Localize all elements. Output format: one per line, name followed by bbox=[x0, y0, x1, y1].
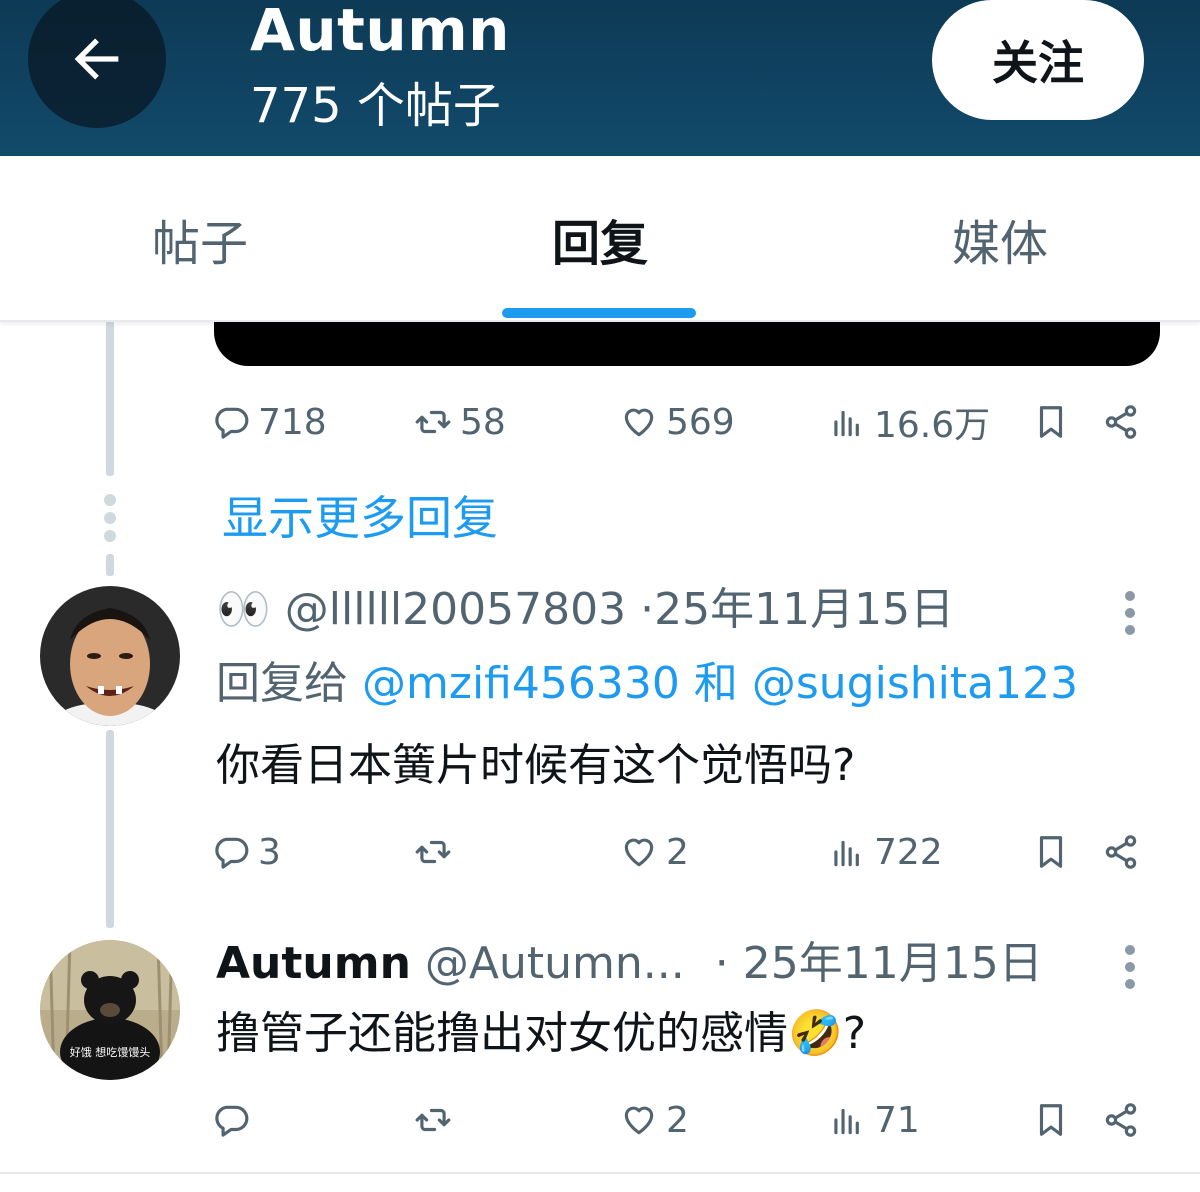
repost-button[interactable]: 58 bbox=[414, 392, 506, 452]
author-name[interactable]: Autumn bbox=[216, 938, 411, 989]
like-count: 2 bbox=[666, 831, 689, 873]
tweet-text: 你看日本簧片时候有这个觉悟吗? bbox=[216, 740, 856, 791]
tweet-text: 撸管子还能撸出对女优的感情🤣? bbox=[216, 1008, 867, 1059]
show-more-replies-link[interactable]: 显示更多回复 bbox=[222, 486, 498, 550]
more-vertical-icon[interactable] bbox=[1112, 582, 1148, 642]
avatar[interactable]: 好饿 想吃馒馒头 bbox=[40, 940, 180, 1080]
heart-icon bbox=[624, 408, 654, 437]
avatar-caption: 好饿 想吃馒馒头 bbox=[70, 1045, 151, 1059]
reply-button[interactable] bbox=[212, 1090, 258, 1150]
repost-icon bbox=[415, 410, 451, 434]
like-count: 2 bbox=[666, 1099, 689, 1141]
reply-mention-link[interactable]: @sugishita123 bbox=[752, 658, 1078, 709]
reply-button[interactable]: 3 bbox=[212, 822, 281, 882]
share-icon bbox=[1105, 1103, 1137, 1137]
reply-icon bbox=[215, 837, 249, 869]
eyes-emoji: 👀 bbox=[216, 584, 271, 635]
like-count: 569 bbox=[666, 401, 735, 443]
views-button[interactable]: 722 bbox=[828, 822, 943, 882]
reply-count: 718 bbox=[258, 401, 327, 443]
thread-line bbox=[106, 554, 114, 576]
avatar[interactable] bbox=[40, 586, 180, 726]
views-icon bbox=[834, 410, 859, 437]
repost-button[interactable] bbox=[414, 822, 460, 882]
reply-context: 回复给 @mzifi456330 和 @sugishita123 bbox=[216, 654, 1078, 714]
repost-icon bbox=[415, 840, 451, 864]
tweet-date[interactable]: 25年11月15日 bbox=[743, 938, 1043, 989]
thread-dot bbox=[104, 494, 116, 506]
share-icon bbox=[1105, 405, 1137, 439]
repost-count: 58 bbox=[460, 401, 506, 443]
tab-media[interactable]: 媒体 bbox=[800, 156, 1200, 322]
avatar-image: 好饿 想吃馒馒头 bbox=[40, 940, 180, 1080]
tweet-actions: 2 71 bbox=[0, 1090, 1200, 1150]
views-count: 16.6万 bbox=[874, 405, 991, 446]
views-icon bbox=[834, 840, 859, 867]
meta-separator: · bbox=[640, 584, 655, 635]
tweet-handle[interactable]: @llllll20057803 bbox=[285, 584, 626, 635]
bookmark-button[interactable] bbox=[1032, 392, 1070, 452]
reply-icon bbox=[215, 407, 249, 439]
tab-posts[interactable]: 帖子 bbox=[0, 156, 400, 322]
bookmark-icon bbox=[1039, 836, 1063, 868]
more-vertical-icon[interactable] bbox=[1112, 936, 1148, 996]
like-button[interactable]: 2 bbox=[620, 822, 689, 882]
reply-joiner: 和 bbox=[693, 658, 738, 709]
share-icon bbox=[1105, 835, 1137, 869]
divider bbox=[0, 1172, 1200, 1174]
tweet-meta: 👀 @llllll20057803 ·25年11月15日 bbox=[216, 580, 954, 640]
reply-mention-link[interactable]: @mzifi456330 bbox=[362, 658, 680, 709]
tweet-date[interactable]: 25年11月15日 bbox=[654, 584, 954, 635]
bookmark-button[interactable] bbox=[1032, 822, 1070, 882]
views-count: 71 bbox=[874, 1099, 920, 1141]
reply-prefix: 回复给 bbox=[216, 658, 348, 709]
tweet-meta: Autumn @Autumn... · 25年11月15日 bbox=[216, 934, 1043, 994]
share-button[interactable] bbox=[1102, 1090, 1140, 1150]
profile-name: Autumn bbox=[250, 0, 510, 64]
arrow-left-icon bbox=[74, 38, 119, 80]
share-button[interactable] bbox=[1102, 392, 1140, 452]
meta-separator: · bbox=[714, 938, 729, 989]
repost-button[interactable] bbox=[414, 1090, 460, 1150]
bookmark-button[interactable] bbox=[1032, 1090, 1070, 1150]
tweet-actions: 3 2 722 bbox=[0, 822, 1200, 882]
views-icon bbox=[834, 1108, 859, 1135]
reply-count: 3 bbox=[258, 831, 281, 873]
like-button[interactable]: 569 bbox=[620, 392, 735, 452]
tab-replies[interactable]: 回复 bbox=[400, 156, 800, 322]
heart-icon bbox=[624, 838, 654, 867]
tweet-handle[interactable]: @Autumn... bbox=[425, 938, 685, 989]
reply-button[interactable]: 718 bbox=[212, 392, 327, 452]
views-button[interactable]: 16.6万 bbox=[828, 392, 990, 452]
post-actions: 718 58 569 16.6万 bbox=[0, 392, 1200, 452]
like-button[interactable]: 2 bbox=[620, 1090, 689, 1150]
reply-icon bbox=[215, 1105, 249, 1137]
heart-icon bbox=[624, 1106, 654, 1135]
views-button[interactable]: 71 bbox=[828, 1090, 920, 1150]
bookmark-icon bbox=[1039, 1104, 1063, 1136]
active-tab-indicator bbox=[502, 308, 696, 318]
profile-tabs: 帖子 回复 媒体 bbox=[0, 156, 1200, 322]
thread-dot bbox=[104, 530, 116, 542]
thread-dot bbox=[104, 512, 116, 524]
bookmark-icon bbox=[1039, 406, 1063, 438]
avatar-image bbox=[40, 586, 180, 726]
back-button[interactable] bbox=[28, 0, 166, 128]
post-count: 775 个帖子 bbox=[250, 78, 501, 134]
share-button[interactable] bbox=[1102, 822, 1140, 882]
views-count: 722 bbox=[874, 831, 943, 873]
follow-button[interactable]: 关注 bbox=[932, 0, 1144, 120]
profile-header: Autumn 775 个帖子 关注 bbox=[0, 0, 1200, 156]
repost-icon bbox=[415, 1108, 451, 1132]
